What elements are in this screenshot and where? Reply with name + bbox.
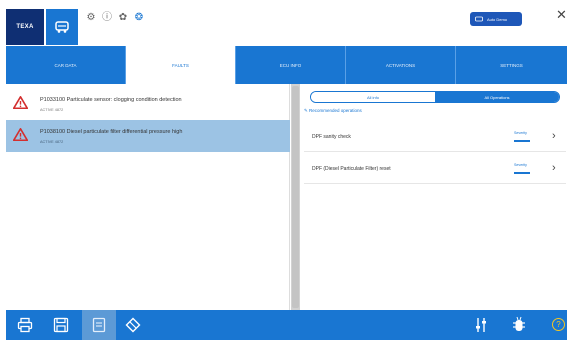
app-window: TEXA ⚙ ⓘ ✿ ❂ Auto Demo ✕ Car Data Faults — [0, 0, 573, 340]
settings-icon[interactable]: ❂ — [134, 13, 144, 23]
connect-icon — [475, 16, 483, 22]
fault-title: P1033100 Particulate sensor: clogging co… — [40, 97, 182, 103]
save-icon[interactable] — [52, 316, 70, 334]
view-toggle: All info All Operations — [310, 91, 560, 103]
recommended-operations-label: ✎ Recommended operations — [304, 108, 362, 114]
recommended-text: Recommended operations — [309, 108, 362, 113]
toggle-all-operations[interactable]: All Operations — [435, 92, 559, 102]
tool-icon[interactable]: ⚙ — [86, 13, 96, 23]
tab-activations[interactable]: Activations — [346, 46, 456, 84]
warning-icon — [13, 96, 28, 109]
top-icon-group: ⚙ ⓘ ✿ ❂ — [86, 13, 144, 23]
severity-bar — [514, 140, 530, 142]
tab-ecu-info[interactable]: ECU Info — [236, 46, 346, 84]
fault-row[interactable]: P1033100 Particulate sensor: clogging co… — [6, 88, 290, 120]
tab-car-data[interactable]: Car Data — [6, 46, 126, 84]
tab-faults[interactable]: Faults — [126, 46, 236, 84]
top-bar: TEXA ⚙ ⓘ ✿ ❂ Auto Demo ✕ — [0, 0, 573, 46]
badge-text: Auto Demo — [487, 16, 508, 22]
car-icon — [55, 21, 69, 33]
sliders-icon[interactable] — [472, 316, 490, 334]
tab-settings[interactable]: Settings — [456, 46, 567, 84]
fault-row-selected[interactable]: P1038100 Diesel particulate filter diffe… — [6, 120, 290, 152]
connection-badge[interactable]: Auto Demo — [470, 12, 522, 26]
severity-label: Severity — [514, 131, 527, 135]
operation-label: DPF sanity check — [312, 134, 351, 140]
help-icon[interactable]: ? — [552, 318, 565, 331]
bug-icon[interactable] — [510, 316, 528, 334]
fault-list: P1033100 Particulate sensor: clogging co… — [6, 84, 290, 310]
eraser-icon[interactable] — [124, 316, 142, 334]
tab-bar: Car Data Faults ECU Info Activations Set… — [6, 46, 567, 84]
bottom-toolbar: ? — [6, 310, 567, 340]
print-icon[interactable] — [16, 316, 34, 334]
operation-label: DPF (Diesel Particulate Filter) reset — [312, 166, 391, 172]
report-icon[interactable] — [82, 310, 116, 340]
chevron-right-icon[interactable]: › — [552, 162, 556, 174]
splitter-scrollbar[interactable] — [291, 84, 300, 310]
operations-panel: All info All Operations ✎ Recommended op… — [300, 84, 567, 310]
info-icon[interactable]: ⓘ — [102, 13, 112, 23]
fault-status: Active 4872 — [40, 108, 64, 112]
operation-item[interactable]: DPF sanity check Severity › — [304, 122, 566, 152]
vehicle-button[interactable] — [46, 9, 78, 45]
fault-status: Active 4872 — [40, 140, 64, 144]
close-icon[interactable]: ✕ — [556, 8, 567, 21]
texa-logo: TEXA — [6, 9, 44, 45]
toggle-all-info[interactable]: All info — [311, 92, 435, 102]
chevron-right-icon[interactable]: › — [552, 130, 556, 142]
severity-bar — [514, 172, 530, 174]
fault-title: P1038100 Diesel particulate filter diffe… — [40, 129, 183, 135]
gear-icon[interactable]: ✿ — [118, 13, 128, 23]
scrollbar-thumb[interactable] — [292, 86, 299, 308]
severity-label: Severity — [514, 163, 527, 167]
warning-icon — [13, 128, 28, 141]
operation-item[interactable]: DPF (Diesel Particulate Filter) reset Se… — [304, 154, 566, 184]
